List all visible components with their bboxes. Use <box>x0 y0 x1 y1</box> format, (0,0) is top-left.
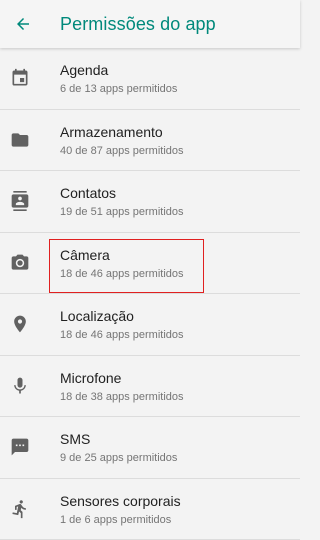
permission-label: Agenda <box>60 62 177 79</box>
permission-label: Contatos <box>60 185 184 202</box>
permission-label: Câmera <box>60 247 184 264</box>
permission-count: 40 de 87 apps permitidos <box>60 144 184 158</box>
permission-label: Microfone <box>60 370 184 387</box>
arrow-left-icon <box>14 15 32 33</box>
permission-item-microfone[interactable]: Microfone 18 de 38 apps permitidos <box>0 356 300 418</box>
permission-label: SMS <box>60 431 177 448</box>
permission-count: 18 de 38 apps permitidos <box>60 390 184 404</box>
permission-label: Armazenamento <box>60 124 184 141</box>
permission-item-camera[interactable]: Câmera 18 de 46 apps permitidos <box>0 233 300 295</box>
sms-icon <box>9 436 31 458</box>
folder-icon <box>9 129 31 151</box>
permission-count: 9 de 25 apps permitidos <box>60 451 177 465</box>
microphone-icon <box>9 375 31 397</box>
location-pin-icon <box>9 313 31 335</box>
permission-count: 1 de 6 apps permitidos <box>60 513 181 527</box>
permission-item-contatos[interactable]: Contatos 19 de 51 apps permitidos <box>0 171 300 233</box>
permission-count: 6 de 13 apps permitidos <box>60 82 177 96</box>
permission-count: 18 de 46 apps permitidos <box>60 267 184 281</box>
app-bar: Permissões do app <box>0 0 300 48</box>
permission-item-agenda[interactable]: Agenda 6 de 13 apps permitidos <box>0 48 300 110</box>
calendar-icon <box>9 67 31 89</box>
contacts-icon <box>9 190 31 212</box>
permission-item-sms[interactable]: SMS 9 de 25 apps permitidos <box>0 417 300 479</box>
permission-count: 19 de 51 apps permitidos <box>60 205 184 219</box>
permission-count: 18 de 46 apps permitidos <box>60 328 184 342</box>
permission-item-armazenamento[interactable]: Armazenamento 40 de 87 apps permitidos <box>0 110 300 172</box>
back-button[interactable] <box>12 13 34 35</box>
permission-label: Sensores corporais <box>60 493 181 510</box>
permission-list: Agenda 6 de 13 apps permitidos Armazenam… <box>0 48 300 540</box>
camera-icon <box>9 252 31 274</box>
permission-item-localizacao[interactable]: Localização 18 de 46 apps permitidos <box>0 294 300 356</box>
permission-label: Localização <box>60 308 184 325</box>
permission-item-sensores-corporais[interactable]: Sensores corporais 1 de 6 apps permitido… <box>0 479 300 540</box>
page-title: Permissões do app <box>60 14 216 35</box>
body-sensor-icon <box>9 498 31 520</box>
